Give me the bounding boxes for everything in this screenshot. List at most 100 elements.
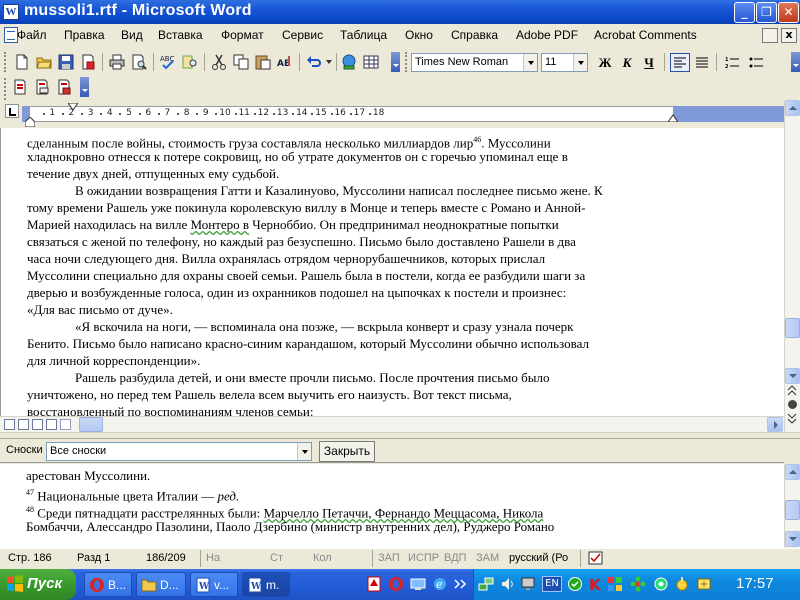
convert-and-review-pdf-icon[interactable] — [54, 77, 74, 97]
formatting-toolbar-options-icon[interactable] — [791, 52, 800, 72]
italic-button[interactable]: К — [617, 53, 637, 72]
menu-window[interactable]: Окно — [405, 28, 433, 42]
undo-icon[interactable] — [304, 52, 324, 72]
status-language[interactable]: русский (Ро — [509, 552, 568, 564]
status-track-changes[interactable]: ИСПР — [408, 552, 439, 564]
menu-help[interactable]: Справка — [451, 28, 498, 42]
align-justify-button[interactable] — [692, 53, 712, 72]
vertical-scrollbar[interactable] — [784, 100, 800, 432]
paste-icon[interactable] — [253, 52, 273, 72]
reading-layout-view-icon[interactable] — [60, 419, 71, 430]
convert-to-pdf-icon[interactable] — [10, 77, 30, 97]
pane-splitter[interactable] — [0, 432, 800, 439]
task-word-document[interactable]: W v... — [190, 572, 238, 597]
status-overtype[interactable]: ЗАМ — [476, 552, 499, 564]
quicklaunch-opera-icon[interactable] — [388, 576, 404, 592]
settings-tray-icon[interactable] — [653, 576, 669, 592]
outline-view-icon[interactable] — [46, 419, 57, 430]
footnote-filter-dropdown[interactable]: Все сноски — [46, 442, 312, 461]
document-icon[interactable] — [4, 27, 18, 43]
open-folder-icon[interactable] — [34, 52, 54, 72]
quicklaunch-desktop-icon[interactable] — [410, 576, 426, 592]
bullets-button[interactable] — [746, 53, 766, 72]
undo-dropdown-icon[interactable] — [324, 52, 334, 72]
menu-view[interactable]: Вид — [121, 28, 143, 42]
scroll-down-arrow[interactable] — [785, 531, 800, 547]
notification-tray-icon[interactable] — [674, 576, 690, 592]
align-left-button[interactable] — [670, 53, 690, 72]
task-folder[interactable]: D... — [136, 572, 186, 597]
status-page-count[interactable]: 186/209 — [146, 552, 186, 564]
scroll-thumb[interactable] — [785, 318, 800, 338]
kaspersky-icon[interactable]: K — [587, 576, 603, 594]
minimize-button[interactable]: _ — [734, 2, 755, 23]
left-indent-marker[interactable] — [25, 117, 35, 127]
horizontal-scrollbar[interactable] — [0, 416, 784, 432]
menu-tools[interactable]: Сервис — [282, 28, 323, 42]
footnote-close-button[interactable]: Закрыть — [319, 441, 375, 462]
font-name-dropdown[interactable]: Times New Roman — [411, 53, 538, 72]
status-record[interactable]: ЗАП — [378, 552, 400, 564]
scroll-thumb[interactable] — [785, 500, 800, 520]
formatting-toolbar-grip[interactable] — [405, 52, 408, 72]
tables-borders-icon[interactable] — [361, 52, 381, 72]
task-opera[interactable]: В... — [84, 572, 132, 597]
select-browse-object-icon[interactable] — [788, 400, 797, 409]
chevron-down-icon[interactable] — [523, 54, 537, 71]
convert-and-email-pdf-icon[interactable] — [32, 77, 52, 97]
clock[interactable]: 17:57 — [736, 575, 774, 592]
status-page[interactable]: Стр. 186 — [8, 552, 52, 564]
permission-icon[interactable] — [78, 52, 98, 72]
chevron-down-icon[interactable] — [297, 443, 311, 460]
research-icon[interactable] — [180, 52, 200, 72]
cut-icon[interactable] — [209, 52, 229, 72]
menu-file[interactable]: Файл — [17, 28, 47, 42]
language-indicator[interactable]: EN — [542, 576, 562, 592]
normal-view-icon[interactable] — [4, 419, 15, 430]
pdf-toolbar-grip[interactable] — [4, 78, 7, 96]
print-preview-icon[interactable] — [129, 52, 149, 72]
monitor-tray-icon[interactable] — [520, 576, 536, 592]
spelling-icon[interactable]: ABC — [158, 52, 178, 72]
status-line[interactable]: Ст — [270, 552, 283, 564]
next-page-icon[interactable] — [787, 413, 798, 424]
quicklaunch-adobe-icon[interactable] — [366, 576, 382, 592]
task-word-active[interactable]: W m. — [242, 572, 290, 597]
document-close-button[interactable]: x — [781, 28, 797, 43]
footnote-pane[interactable]: арестован Муссолини. 47 Национальные цве… — [0, 464, 784, 548]
network-icon[interactable] — [478, 576, 494, 592]
icq-icon[interactable] — [630, 576, 646, 592]
right-indent-marker[interactable] — [668, 114, 678, 122]
save-icon[interactable] — [56, 52, 76, 72]
quicklaunch-ie-icon[interactable]: e — [432, 576, 448, 592]
numbering-button[interactable]: 12 — [722, 53, 742, 72]
print-icon[interactable] — [107, 52, 127, 72]
update-tray-icon[interactable] — [696, 576, 712, 592]
copy-icon[interactable] — [231, 52, 251, 72]
horizontal-scroll-thumb[interactable] — [79, 417, 103, 432]
document-restore-button[interactable] — [762, 28, 778, 43]
spelling-status-icon[interactable] — [588, 551, 604, 565]
format-painter-icon[interactable]: AB — [275, 52, 295, 72]
menu-insert[interactable]: Вставка — [158, 28, 203, 42]
status-extend[interactable]: ВДП — [444, 552, 466, 564]
bold-button[interactable]: Ж — [595, 53, 615, 72]
status-column[interactable]: Кол — [313, 552, 332, 564]
menu-adobe-pdf[interactable]: Adobe PDF — [516, 28, 578, 42]
scroll-right-arrow[interactable] — [767, 417, 783, 432]
standard-toolbar-grip[interactable] — [4, 52, 7, 72]
toolbar-options-icon[interactable] — [391, 52, 400, 72]
quicklaunch-more-icon[interactable] — [452, 576, 468, 592]
scroll-up-arrow[interactable] — [785, 464, 800, 480]
scroll-down-arrow[interactable] — [785, 368, 800, 384]
maximize-button[interactable]: ❐ — [756, 2, 777, 23]
volume-icon[interactable] — [500, 576, 516, 592]
menu-format[interactable]: Формат — [221, 28, 264, 42]
web-layout-view-icon[interactable] — [18, 419, 29, 430]
menu-acrobat-comments[interactable]: Acrobat Comments — [594, 28, 697, 42]
underline-button[interactable]: Ч — [639, 53, 659, 72]
antivirus-icon[interactable] — [567, 576, 583, 592]
menu-table[interactable]: Таблица — [340, 28, 387, 42]
chevron-down-icon[interactable] — [573, 54, 587, 71]
insert-hyperlink-icon[interactable] — [339, 52, 359, 72]
